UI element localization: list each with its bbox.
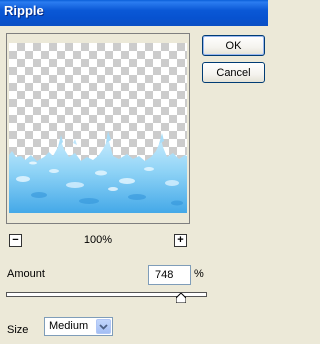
amount-input[interactable] [148,265,191,285]
amount-unit: % [194,268,204,280]
plus-icon: + [177,234,184,246]
zoom-out-button[interactable]: − [9,234,22,247]
ok-button[interactable]: OK [202,35,265,56]
amount-label: Amount [7,268,45,280]
preview-frame [6,33,190,224]
ripple-preview-image [9,131,187,213]
size-selected-value: Medium [49,320,89,332]
size-label: Size [7,324,29,336]
zoom-in-button[interactable]: + [174,234,187,247]
slider-thumb[interactable] [175,293,186,303]
preview-canvas[interactable] [9,43,187,213]
size-dropdown[interactable]: Medium [44,317,113,336]
zoom-level: 100% [83,234,113,246]
dropdown-button[interactable] [96,319,111,334]
minus-icon: − [12,234,19,246]
window-title: Ripple [4,3,44,18]
chevron-down-icon [99,323,108,330]
title-bar[interactable]: Ripple [0,0,268,26]
cancel-button[interactable]: Cancel [202,62,265,83]
amount-slider[interactable] [6,290,207,306]
